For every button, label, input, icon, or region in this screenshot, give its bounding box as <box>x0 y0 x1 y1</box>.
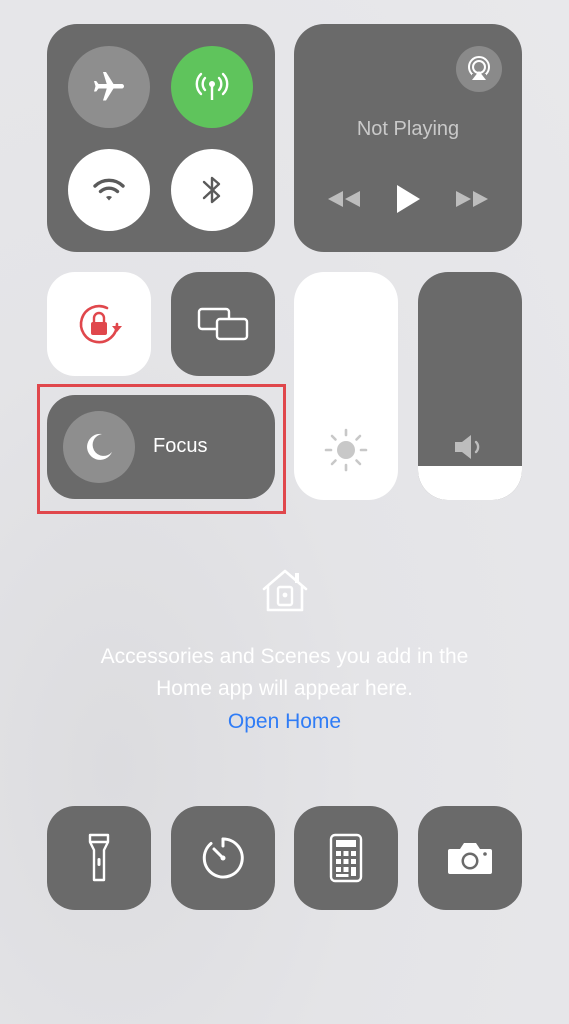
play-icon <box>397 185 420 213</box>
play-button[interactable] <box>390 180 426 218</box>
rewind-button[interactable] <box>324 184 364 214</box>
bluetooth-toggle[interactable] <box>171 149 253 231</box>
camera-button[interactable] <box>418 806 522 910</box>
open-home-link[interactable]: Open Home <box>0 710 569 734</box>
home-message-line-2: Home app will appear here. <box>156 677 413 700</box>
rotation-lock-icon <box>79 304 122 344</box>
brightness-slider[interactable] <box>294 272 398 500</box>
moon-icon <box>87 433 112 460</box>
airplane-mode-toggle[interactable] <box>68 46 150 128</box>
now-playing-status: Not Playing <box>356 118 460 140</box>
rewind-icon <box>328 191 360 207</box>
focus-button[interactable]: Focus <box>47 395 275 499</box>
house-icon <box>262 569 308 612</box>
airplay-button[interactable] <box>456 46 502 92</box>
speaker-icon <box>455 435 480 459</box>
airplane-icon <box>94 72 124 101</box>
connectivity-module[interactable] <box>47 24 275 252</box>
flashlight-button[interactable] <box>47 806 151 910</box>
sun-icon <box>324 428 368 472</box>
antenna-icon <box>195 72 229 100</box>
volume-level-fill <box>418 465 522 500</box>
screen-mirroring-icon <box>197 307 249 341</box>
airplay-icon <box>468 56 490 80</box>
orientation-lock-toggle[interactable] <box>47 272 151 376</box>
timer-icon <box>202 837 244 879</box>
wifi-toggle[interactable] <box>68 149 150 231</box>
now-playing-module[interactable]: Not Playing <box>294 24 522 252</box>
screen-mirroring-button[interactable] <box>171 272 275 376</box>
cellular-data-toggle[interactable] <box>171 46 253 128</box>
camera-icon <box>448 843 492 874</box>
volume-slider[interactable] <box>418 272 522 500</box>
calculator-button[interactable] <box>294 806 398 910</box>
calculator-icon <box>329 833 363 883</box>
flashlight-icon <box>88 833 110 882</box>
focus-icon-circle <box>63 411 135 483</box>
home-empty-message: Accessories and Scenes you add in the Ho… <box>60 641 509 705</box>
wifi-icon <box>93 178 125 201</box>
timer-button[interactable] <box>171 806 275 910</box>
home-message-line-1: Accessories and Scenes you add in the <box>100 645 469 668</box>
fast-forward-icon <box>456 191 488 207</box>
focus-label: Focus <box>153 435 208 457</box>
bluetooth-icon <box>202 176 221 204</box>
fast-forward-button[interactable] <box>452 184 492 214</box>
